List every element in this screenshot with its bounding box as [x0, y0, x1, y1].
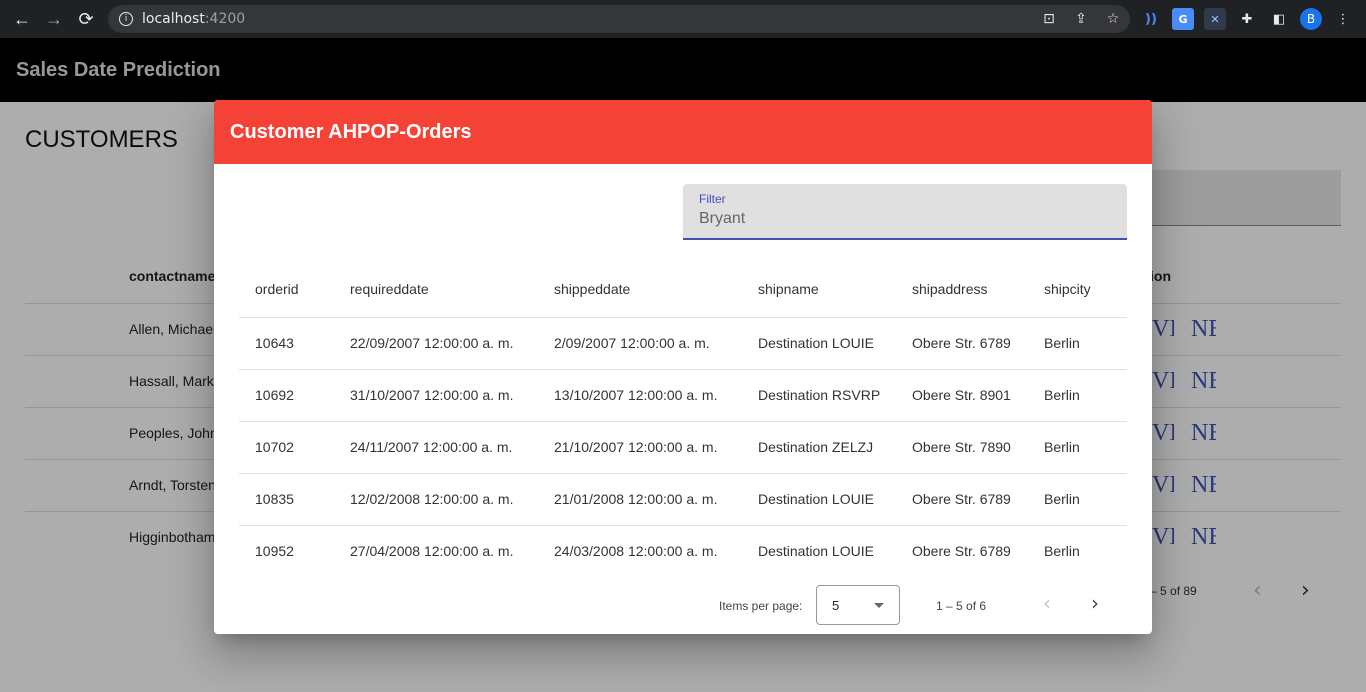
dialog-header: Customer AHPOP-Orders — [214, 100, 1152, 164]
dialog-title: Customer AHPOP-Orders — [230, 121, 472, 143]
filter-input[interactable] — [699, 210, 1109, 228]
cell-shippeddate: 21/10/2007 12:00:00 a. m. — [554, 439, 718, 455]
table-row: 10643 22/09/2007 12:00:00 a. m. 2/09/200… — [239, 318, 1127, 370]
column-header-shippeddate[interactable]: shippeddate — [554, 281, 630, 297]
table-row: 10835 12/02/2008 12:00:00 a. m. 21/01/20… — [239, 474, 1127, 526]
cell-shippeddate: 21/01/2008 12:00:00 a. m. — [554, 491, 718, 507]
forward-arrow-icon: → — [45, 8, 63, 29]
cell-shipname: Destination LOUIE — [758, 491, 874, 507]
column-header-shipaddress[interactable]: shipaddress — [912, 281, 988, 297]
wave-extension-icon[interactable]: )) — [1140, 8, 1162, 30]
cell-requireddate: 31/10/2007 12:00:00 a. m. — [350, 387, 514, 403]
orders-filter-field[interactable]: Filter — [683, 184, 1127, 240]
share-icon[interactable]: ⇪ — [1072, 11, 1090, 27]
cell-shipaddress: Obere Str. 6789 — [912, 491, 1011, 507]
previous-page-button[interactable]: ‹ — [1035, 591, 1059, 615]
x-extension-icon[interactable]: ✕ — [1204, 8, 1226, 30]
cell-orderid: 10702 — [255, 439, 294, 455]
site-info-icon[interactable]: i — [119, 12, 133, 26]
filter-label: Filter — [699, 192, 726, 206]
browser-toolbar: ← → ⟳ i localhost:4200 ⊡ ⇪ ☆ )) G ✕ ✚ ◧ … — [0, 0, 1366, 38]
cell-shippeddate: 13/10/2007 12:00:00 a. m. — [554, 387, 718, 403]
items-per-page-select[interactable]: 5 — [816, 585, 900, 625]
translate-icon[interactable]: ⊡ — [1040, 11, 1058, 27]
orders-table: orderid requireddate shippeddate shipnam… — [239, 264, 1127, 578]
profile-avatar[interactable]: B — [1300, 8, 1322, 30]
cell-shipname: Destination LOUIE — [758, 543, 874, 559]
column-header-shipcity[interactable]: shipcity — [1044, 281, 1091, 297]
cell-shippeddate: 2/09/2007 12:00:00 a. m. — [554, 335, 710, 351]
forward-button[interactable]: → — [38, 3, 70, 35]
column-header-shipname[interactable]: shipname — [758, 281, 819, 297]
cell-shipname: Destination LOUIE — [758, 335, 874, 351]
table-row: 10692 31/10/2007 12:00:00 a. m. 13/10/20… — [239, 370, 1127, 422]
next-page-button[interactable]: › — [1083, 591, 1107, 615]
cell-shipcity: Berlin — [1044, 335, 1080, 351]
cell-orderid: 10692 — [255, 387, 294, 403]
cell-orderid: 10835 — [255, 491, 294, 507]
column-header-requireddate[interactable]: requireddate — [350, 281, 429, 297]
page-range-label: 1 – 5 of 6 — [936, 599, 987, 613]
back-arrow-icon: ← — [13, 8, 31, 29]
table-header-row: orderid requireddate shippeddate shipnam… — [239, 264, 1127, 318]
items-per-page-value: 5 — [832, 598, 840, 613]
cell-shipcity: Berlin — [1044, 439, 1080, 455]
address-bar[interactable]: i localhost:4200 ⊡ ⇪ ☆ — [108, 5, 1130, 33]
reload-icon: ⟳ — [78, 8, 94, 29]
cell-requireddate: 22/09/2007 12:00:00 a. m. — [350, 335, 514, 351]
cell-requireddate: 27/04/2008 12:00:00 a. m. — [350, 543, 514, 559]
url-text: localhost:4200 — [142, 11, 246, 27]
cell-orderid: 10952 — [255, 543, 294, 559]
dropdown-arrow-icon — [874, 603, 884, 608]
cell-shipcity: Berlin — [1044, 491, 1080, 507]
puzzle-extensions-icon[interactable]: ✚ — [1236, 8, 1258, 30]
cell-requireddate: 12/02/2008 12:00:00 a. m. — [350, 491, 514, 507]
orders-dialog: Customer AHPOP-Orders Filter orderid req… — [214, 100, 1152, 634]
browser-menu-icon[interactable]: ⋮ — [1332, 8, 1354, 30]
cell-shipcity: Berlin — [1044, 387, 1080, 403]
cell-shipaddress: Obere Str. 8901 — [912, 387, 1011, 403]
cell-shipcity: Berlin — [1044, 543, 1080, 559]
orders-paginator: Items per page: 5 1 – 5 of 6 ‹ › — [214, 580, 1152, 630]
cell-shipaddress: Obere Str. 6789 — [912, 543, 1011, 559]
table-row: 10952 27/04/2008 12:00:00 a. m. 24/03/20… — [239, 526, 1127, 578]
cell-shipname: Destination RSVRP — [758, 387, 881, 403]
cell-shipaddress: Obere Str. 7890 — [912, 439, 1011, 455]
reload-button[interactable]: ⟳ — [70, 3, 102, 35]
cell-orderid: 10643 — [255, 335, 294, 351]
cell-shippeddate: 24/03/2008 12:00:00 a. m. — [554, 543, 718, 559]
table-row: 10702 24/11/2007 12:00:00 a. m. 21/10/20… — [239, 422, 1127, 474]
cell-shipname: Destination ZELZJ — [758, 439, 874, 455]
cell-shipaddress: Obere Str. 6789 — [912, 335, 1011, 351]
google-translate-extension-icon[interactable]: G — [1172, 8, 1194, 30]
items-per-page-label: Items per page: — [719, 599, 803, 613]
back-button[interactable]: ← — [6, 3, 38, 35]
cell-requireddate: 24/11/2007 12:00:00 a. m. — [350, 439, 513, 455]
bookmark-star-icon[interactable]: ☆ — [1104, 11, 1122, 27]
column-header-orderid[interactable]: orderid — [255, 281, 299, 297]
side-panel-icon[interactable]: ◧ — [1268, 8, 1290, 30]
